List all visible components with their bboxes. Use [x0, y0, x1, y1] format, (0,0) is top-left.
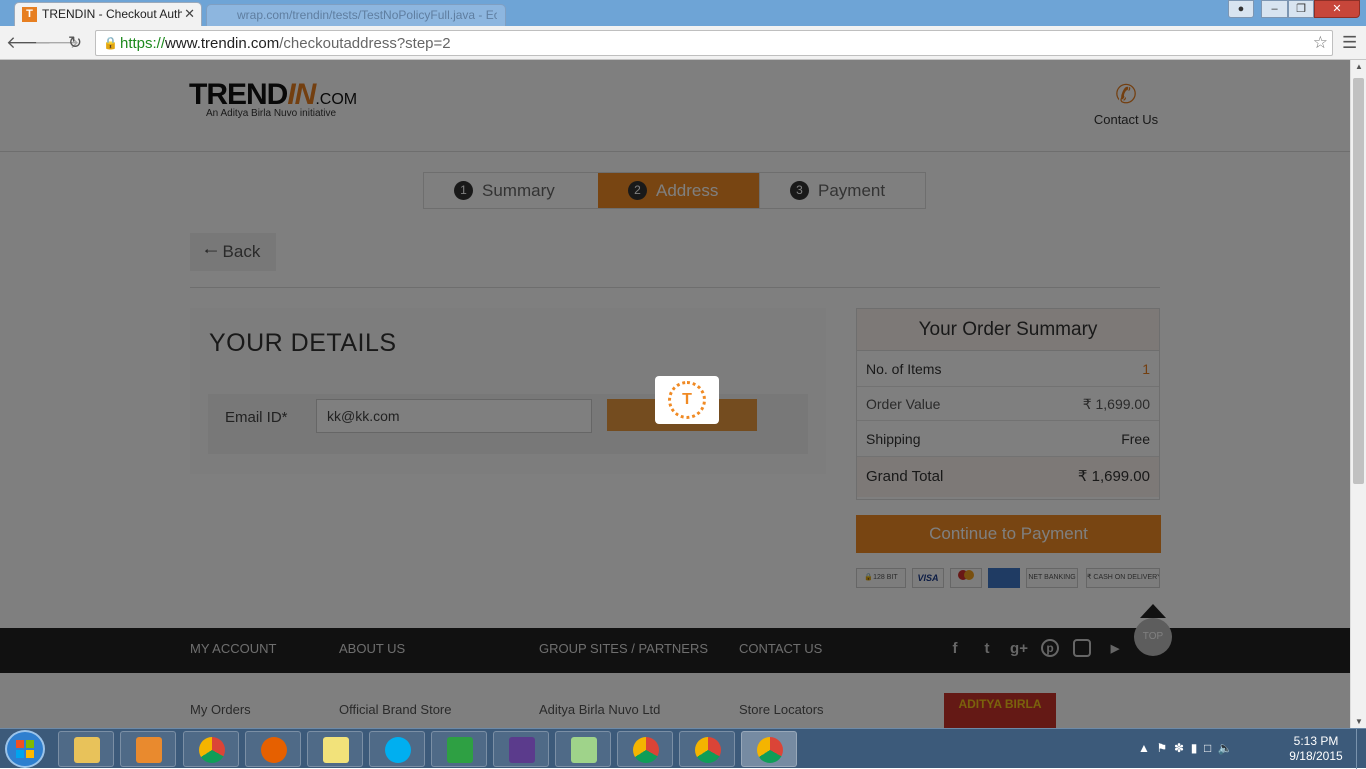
maximize-button[interactable]: ❐ — [1288, 0, 1314, 18]
taskbar-firefox[interactable] — [245, 731, 301, 767]
scroll-up-icon[interactable]: ▲ — [1355, 62, 1363, 71]
tab-title: TRENDIN - Checkout Authe — [42, 7, 182, 21]
clock-time: 5:13 PM — [1293, 734, 1339, 748]
close-tab-icon[interactable]: ✕ — [184, 6, 195, 22]
loading-spinner: T — [655, 376, 719, 424]
url-scheme: https:// — [120, 35, 166, 52]
taskbar-sticky-notes[interactable] — [307, 731, 363, 767]
taskbar-chrome-1[interactable] — [183, 731, 239, 767]
show-desktop-button[interactable] — [1356, 729, 1366, 769]
address-bar[interactable]: 🔒 https://www.trendin.com/checkoutaddres… — [95, 30, 1333, 56]
chrome-icon — [757, 737, 783, 763]
taskbar-explorer[interactable] — [58, 731, 114, 767]
taskbar-chrome-3[interactable] — [679, 731, 735, 767]
eclipse-icon — [509, 737, 535, 763]
browser-tab-active[interactable]: T TRENDIN - Checkout Authe ✕ — [14, 2, 202, 26]
forward-arrow-icon[interactable]: 🡒 — [34, 32, 80, 54]
browser-menu-icon[interactable]: ☰ — [1342, 33, 1357, 53]
browser-titlebar: T TRENDIN - Checkout Authe ✕ wrap.com/tr… — [0, 0, 1366, 26]
skype-icon — [385, 737, 411, 763]
system-tray[interactable]: ▲ ⚑ ✽ ▮ □ 🔈 — [1138, 741, 1233, 755]
sticky-notes-icon — [323, 737, 349, 763]
folder-icon — [74, 737, 100, 763]
scroll-down-icon[interactable]: ▼ — [1355, 717, 1363, 726]
user-profile-icon[interactable]: ● — [1228, 0, 1254, 18]
loader-icon: T — [668, 381, 706, 419]
chrome-icon — [633, 737, 659, 763]
taskbar-java-ee-ide[interactable] — [493, 731, 549, 767]
clock-date: 9/18/2015 — [1289, 749, 1343, 763]
chrome-icon — [695, 737, 721, 763]
notepad-icon — [571, 737, 597, 763]
close-window-button[interactable]: ✕ — [1314, 0, 1360, 18]
trendin-favicon-icon: T — [22, 7, 37, 22]
taskbar-chrome-2[interactable] — [617, 731, 673, 767]
url-text: https://www.trendin.com/checkoutaddress?… — [120, 35, 451, 52]
windows-logo-icon — [16, 740, 34, 758]
url-path: /checkoutaddress?step=2 — [279, 35, 451, 52]
spreadsheet-icon — [447, 737, 473, 763]
page-content: TRENDIN.COM An Aditya Birla Nuvo initiat… — [0, 60, 1350, 728]
media-icon — [136, 737, 162, 763]
browser-tab-inactive[interactable]: wrap.com/trendin/tests/TestNoPolicyFull.… — [206, 4, 506, 26]
taskbar-spreadsheet[interactable] — [431, 731, 487, 767]
taskbar-skype[interactable] — [369, 731, 425, 767]
taskbar-media-player[interactable] — [120, 731, 176, 767]
reload-icon[interactable]: ↻ — [64, 32, 86, 54]
minimize-button[interactable]: – — [1261, 0, 1288, 18]
page-scrollbar[interactable]: ▲ ▼ — [1350, 60, 1366, 728]
bookmark-star-icon[interactable]: ☆ — [1313, 33, 1328, 53]
taskbar-chrome-4[interactable] — [741, 731, 797, 767]
firefox-icon — [261, 737, 287, 763]
taskbar-notepad[interactable] — [555, 731, 611, 767]
windows-taskbar: ▲ ⚑ ✽ ▮ □ 🔈 5:13 PM 9/18/2015 — [0, 728, 1366, 769]
start-button[interactable] — [5, 730, 45, 768]
taskbar-clock[interactable]: 5:13 PM 9/18/2015 — [1284, 734, 1348, 764]
browser-toolbar: 🡐 🡒 ↻ 🔒 https://www.trendin.com/checkout… — [0, 26, 1366, 60]
tab-title-2: wrap.com/trendin/tests/TestNoPolicyFull.… — [237, 8, 497, 22]
back-arrow-icon[interactable]: 🡐 — [6, 32, 52, 54]
url-host: www.trendin.com — [165, 35, 280, 52]
scrollbar-thumb[interactable] — [1353, 78, 1364, 484]
lock-icon: 🔒 — [103, 36, 118, 50]
chrome-icon — [199, 737, 225, 763]
